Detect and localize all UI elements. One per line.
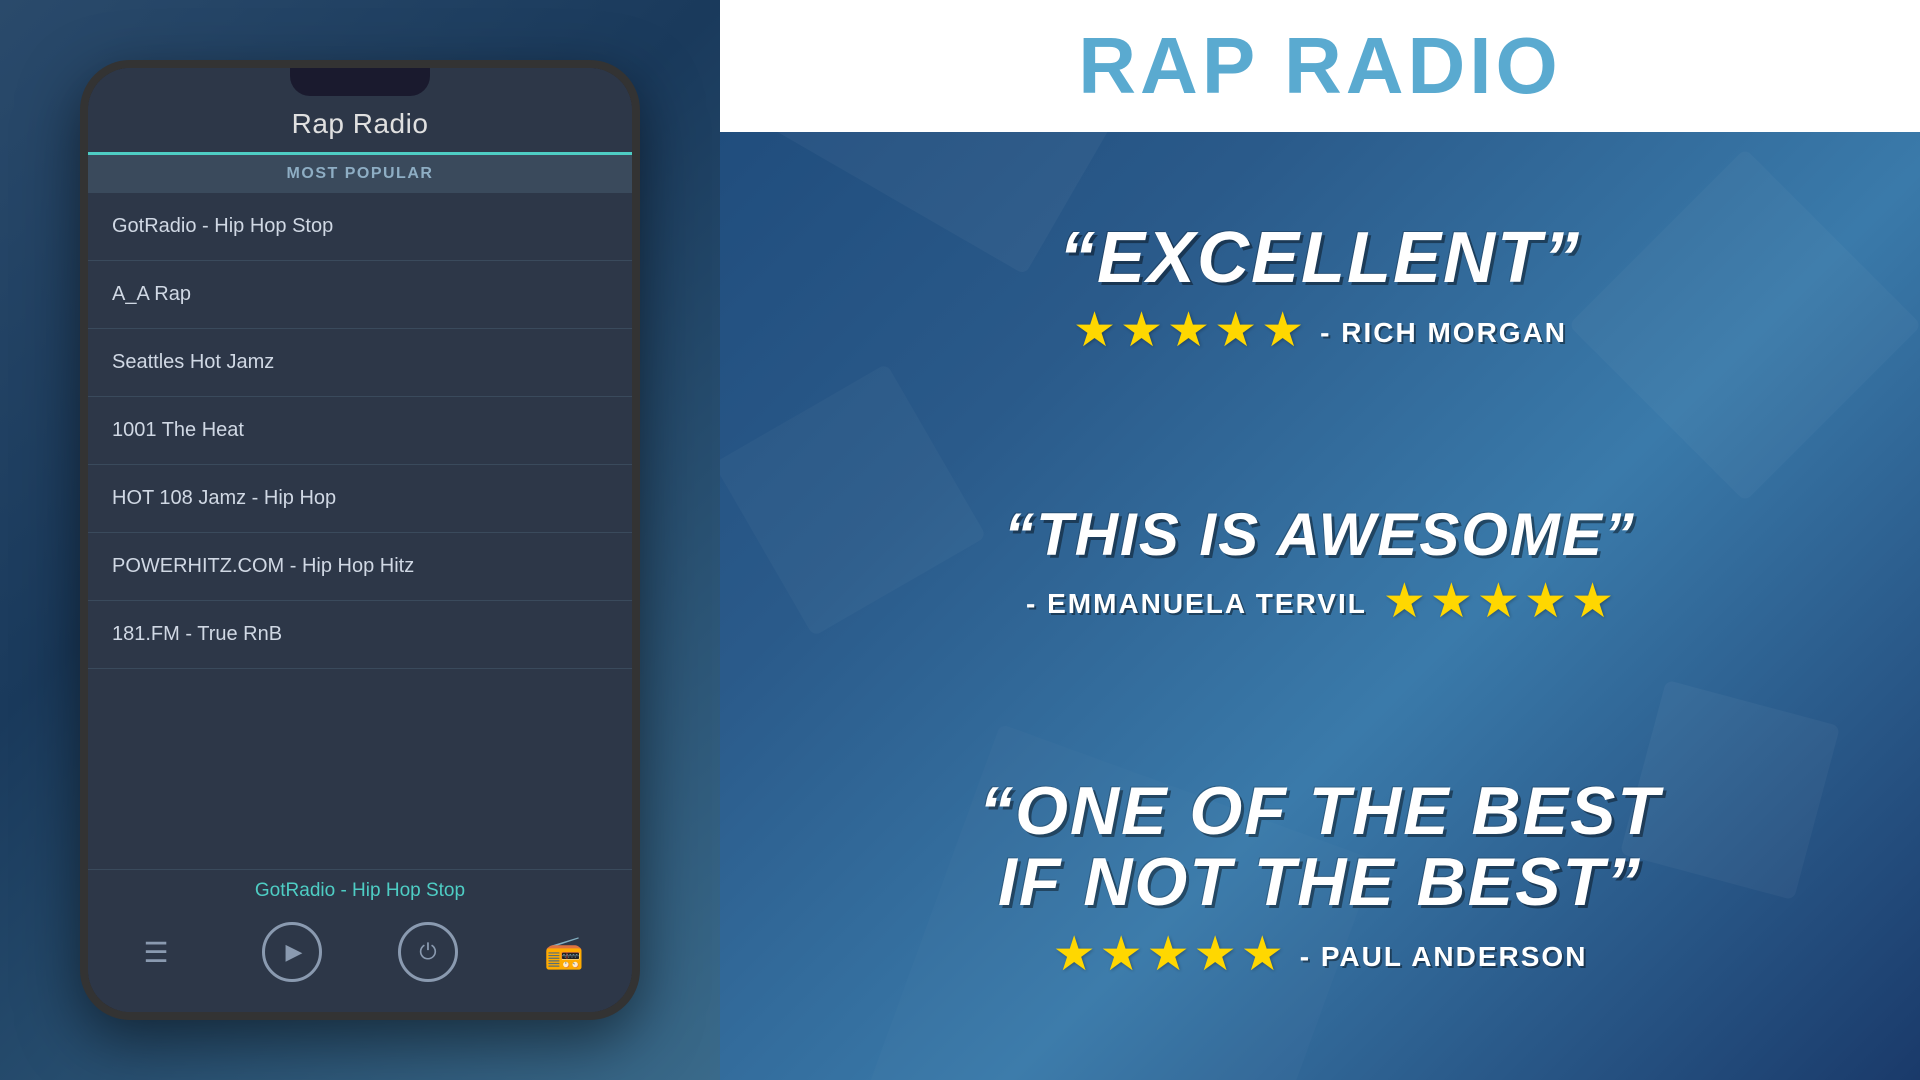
station-item-5[interactable]: HOT 108 Jamz - Hip Hop	[88, 465, 632, 533]
title-banner: RAP RADIO	[720, 0, 1920, 132]
radio-button[interactable]: 📻	[534, 922, 594, 982]
star-3-1: ★	[1053, 926, 1096, 982]
star-2-2: ★	[1430, 573, 1473, 629]
phone-screen: Rap Radio MOST POPULAR GotRadio - Hip Ho…	[88, 68, 632, 1012]
menu-icon: ☰	[143, 936, 168, 969]
station-list: GotRadio - Hip Hop Stop A_A Rap Seattles…	[88, 193, 632, 869]
station-item-6[interactable]: POWERHITZ.COM - Hip Hop Hitz	[88, 533, 632, 601]
review-quote-2: “THIS IS AWESOME”	[1004, 505, 1636, 565]
review-2-stars: ★ ★ ★ ★ ★	[1383, 573, 1614, 629]
star-2-3: ★	[1477, 573, 1520, 629]
review-3-stars-author: ★ ★ ★ ★ ★ - PAUL ANDERSON	[780, 918, 1860, 990]
star-2-1: ★	[1383, 573, 1426, 629]
section-label-container: MOST POPULAR	[88, 155, 632, 193]
review-block-3: “ONE OF THE BESTIF NOT THE BEST” ★ ★ ★ ★…	[780, 776, 1860, 991]
main-title: RAP RADIO	[1078, 21, 1561, 110]
station-name-6: POWERHITZ.COM - Hip Hop Hitz	[112, 555, 414, 577]
review-3-stars: ★ ★ ★ ★ ★	[1053, 926, 1284, 982]
station-item-3[interactable]: Seattles Hot Jamz	[88, 329, 632, 397]
star-2-5: ★	[1571, 573, 1614, 629]
review-block-1: “EXCELLENT” ★ ★ ★ ★ ★ - RICH MORGAN	[780, 222, 1860, 366]
app-title: Rap Radio	[292, 108, 429, 139]
station-name-5: HOT 108 Jamz - Hip Hop	[112, 487, 336, 509]
station-item-2[interactable]: A_A Rap	[88, 261, 632, 329]
star-1-4: ★	[1214, 302, 1257, 358]
power-button[interactable]: ⏻	[398, 922, 458, 982]
menu-button[interactable]: ☰	[126, 922, 186, 982]
station-name-1: GotRadio - Hip Hop Stop	[112, 215, 333, 237]
station-name-2: A_A Rap	[112, 283, 191, 305]
station-name-4: 1001 The Heat	[112, 419, 244, 441]
review-block-2: “THIS IS AWESOME” - EMMANUELA TERVIL ★ ★…	[780, 505, 1860, 637]
station-item-7[interactable]: 181.FM - True RnB	[88, 601, 632, 669]
star-1-3: ★	[1167, 302, 1210, 358]
review-author-2: - EMMANUELA TERVIL	[1026, 588, 1367, 620]
star-1-5: ★	[1261, 302, 1304, 358]
phone-frame: Rap Radio MOST POPULAR GotRadio - Hip Ho…	[80, 60, 640, 1020]
star-1-1: ★	[1073, 302, 1116, 358]
play-icon: ▶	[286, 939, 303, 965]
review-quote-1: “EXCELLENT”	[780, 222, 1860, 294]
station-item-1[interactable]: GotRadio - Hip Hop Stop	[88, 193, 632, 261]
now-playing-text: GotRadio - Hip Hop Stop	[255, 880, 465, 901]
review-author-1: - RICH MORGAN	[1320, 317, 1567, 349]
review-1-stars-author: ★ ★ ★ ★ ★ - RICH MORGAN	[780, 294, 1860, 366]
review-2-stars-author: - EMMANUELA TERVIL ★ ★ ★ ★ ★	[780, 565, 1860, 637]
review-1-stars: ★ ★ ★ ★ ★	[1073, 302, 1304, 358]
bottom-controls: ☰ ▶ ⏻ 📻	[88, 912, 632, 1012]
radio-icon: 📻	[544, 933, 584, 971]
star-3-2: ★	[1100, 926, 1143, 982]
star-2-4: ★	[1524, 573, 1567, 629]
power-icon: ⏻	[419, 939, 436, 965]
station-name-7: 181.FM - True RnB	[112, 623, 282, 645]
right-panel: RAP RADIO “EXCELLENT” ★ ★ ★ ★ ★ - RICH M…	[720, 0, 1920, 1080]
section-label-text: MOST POPULAR	[287, 165, 434, 182]
star-3-3: ★	[1147, 926, 1190, 982]
left-panel: Rap Radio MOST POPULAR GotRadio - Hip Ho…	[0, 0, 720, 1080]
phone-notch	[290, 68, 430, 96]
star-3-5: ★	[1241, 926, 1284, 982]
reviews-section: “EXCELLENT” ★ ★ ★ ★ ★ - RICH MORGAN “THI…	[720, 132, 1920, 1080]
star-1-2: ★	[1120, 302, 1163, 358]
now-playing-bar: GotRadio - Hip Hop Stop	[88, 869, 632, 912]
station-item-4[interactable]: 1001 The Heat	[88, 397, 632, 465]
station-name-3: Seattles Hot Jamz	[112, 351, 274, 373]
review-quote-3: “ONE OF THE BESTIF NOT THE BEST”	[780, 776, 1860, 919]
play-button[interactable]: ▶	[262, 922, 322, 982]
star-3-4: ★	[1194, 926, 1237, 982]
review-author-3: - PAUL ANDERSON	[1300, 941, 1588, 973]
